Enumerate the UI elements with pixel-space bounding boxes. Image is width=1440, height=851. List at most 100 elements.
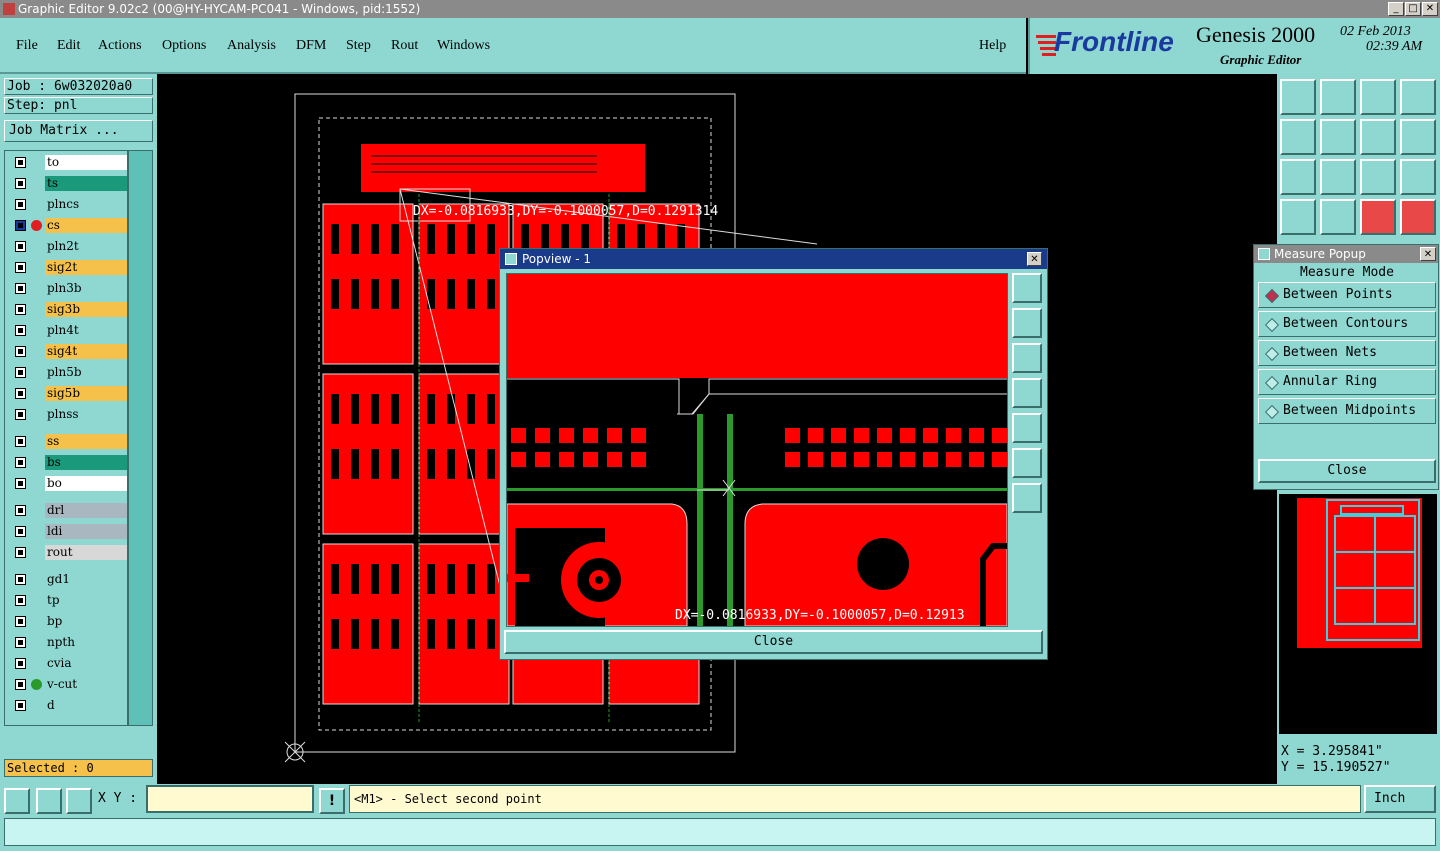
layer-checkbox[interactable] bbox=[15, 526, 26, 537]
popview-pan-right-button[interactable] bbox=[1012, 413, 1042, 443]
layer-name[interactable]: pln5b bbox=[45, 365, 127, 380]
layer-checkbox[interactable] bbox=[15, 199, 26, 210]
layer-checkbox[interactable] bbox=[15, 178, 26, 189]
popview-fit-button[interactable] bbox=[1012, 448, 1042, 478]
menu-dfm[interactable]: DFM bbox=[296, 38, 326, 54]
layer-checkbox[interactable] bbox=[15, 157, 26, 168]
measure-option[interactable]: Between Contours bbox=[1258, 311, 1436, 337]
layer-row[interactable]: sig3b bbox=[9, 302, 129, 317]
layer-checkbox[interactable] bbox=[15, 346, 26, 357]
layer-name[interactable]: pln4t bbox=[45, 323, 127, 338]
popview-pan-up-button[interactable] bbox=[1012, 308, 1042, 338]
layer-row[interactable]: npth bbox=[9, 635, 129, 650]
layer-row[interactable]: ss bbox=[9, 434, 129, 449]
next-step-icon[interactable] bbox=[1280, 79, 1316, 115]
layer-row[interactable]: pln5b bbox=[9, 365, 129, 380]
job-matrix-button[interactable]: Job Matrix ... bbox=[4, 120, 153, 142]
layer-name[interactable]: plnss bbox=[45, 407, 127, 422]
layer-red2-icon[interactable] bbox=[1400, 199, 1436, 235]
popview-close-button[interactable]: Close bbox=[504, 630, 1043, 654]
layer-checkbox[interactable] bbox=[15, 367, 26, 378]
fit-icon[interactable] bbox=[1280, 159, 1316, 195]
layer-name[interactable]: sig2t bbox=[45, 260, 127, 275]
layer-row[interactable]: pln2t bbox=[9, 239, 129, 254]
menu-rout[interactable]: Rout bbox=[391, 38, 418, 54]
zoom-out-icon[interactable] bbox=[36, 788, 62, 814]
zoom-home-icon[interactable] bbox=[1320, 79, 1356, 115]
window-icon[interactable] bbox=[1400, 79, 1436, 115]
layer-checkbox[interactable] bbox=[15, 220, 26, 231]
layer-name[interactable]: bs bbox=[45, 455, 127, 470]
layer-row[interactable]: to bbox=[9, 155, 129, 170]
popview-zoom-button[interactable] bbox=[1012, 273, 1042, 303]
layer-checkbox[interactable] bbox=[15, 679, 26, 690]
layer-row[interactable]: cvia bbox=[9, 656, 129, 671]
measure-option[interactable]: Between Points bbox=[1258, 282, 1436, 308]
layer-name[interactable]: cs bbox=[45, 218, 127, 233]
layer-checkbox[interactable] bbox=[15, 658, 26, 669]
layer-checkbox[interactable] bbox=[15, 637, 26, 648]
maximize-button[interactable]: □ bbox=[1405, 2, 1421, 16]
redo-icon[interactable] bbox=[1400, 119, 1436, 155]
popview-pan-left-button[interactable] bbox=[1012, 378, 1042, 408]
layer-name[interactable]: gd1 bbox=[45, 572, 127, 587]
measure-close-x-button[interactable]: ✕ bbox=[1420, 247, 1436, 261]
layer-name[interactable]: sig4t bbox=[45, 344, 127, 359]
layer-row[interactable]: d bbox=[9, 698, 129, 713]
layer-checkbox[interactable] bbox=[15, 388, 26, 399]
center-icon[interactable] bbox=[1320, 159, 1356, 195]
layer-checkbox[interactable] bbox=[15, 478, 26, 489]
layer-row[interactable]: ts bbox=[9, 176, 129, 191]
menu-step[interactable]: Step bbox=[346, 38, 371, 54]
popview-close-x-button[interactable]: ✕ bbox=[1027, 252, 1042, 266]
layer-name[interactable]: sig5b bbox=[45, 386, 127, 401]
layer-name[interactable]: pln3b bbox=[45, 281, 127, 296]
layer-checkbox[interactable] bbox=[15, 595, 26, 606]
overview-map[interactable] bbox=[1279, 494, 1437, 734]
layer-name[interactable]: cvia bbox=[45, 656, 127, 671]
menu-help[interactable]: Help bbox=[979, 38, 1006, 54]
layer-checkbox[interactable] bbox=[15, 574, 26, 585]
layer-checkbox[interactable] bbox=[15, 616, 26, 627]
layer-row[interactable]: pln4t bbox=[9, 323, 129, 338]
one-to-two-icon[interactable] bbox=[1360, 159, 1396, 195]
layer-row[interactable]: sig2t bbox=[9, 260, 129, 275]
pan-left-icon[interactable] bbox=[1280, 119, 1316, 155]
close-window-button[interactable]: ✕ bbox=[1422, 2, 1438, 16]
layer-name[interactable]: npth bbox=[45, 635, 127, 650]
layer-row[interactable]: gd1 bbox=[9, 572, 129, 587]
layer-name[interactable]: plncs bbox=[45, 197, 127, 212]
warning-button[interactable]: ! bbox=[319, 788, 345, 814]
layer-row[interactable]: bs bbox=[9, 455, 129, 470]
layer-row[interactable]: cs bbox=[9, 218, 129, 233]
layer-name[interactable]: sig3b bbox=[45, 302, 127, 317]
layer-name[interactable]: drl bbox=[45, 503, 127, 518]
layer-row[interactable]: sig5b bbox=[9, 386, 129, 401]
popview-pan-down-button[interactable] bbox=[1012, 343, 1042, 373]
layer-checkbox[interactable] bbox=[15, 547, 26, 558]
layer-checkbox[interactable] bbox=[15, 283, 26, 294]
layer-row[interactable]: tp bbox=[9, 593, 129, 608]
layer-row[interactable]: v-cut bbox=[9, 677, 129, 692]
layer-row[interactable]: drl bbox=[9, 503, 129, 518]
grid-icon[interactable] bbox=[1320, 199, 1356, 235]
popview-center-button[interactable] bbox=[1012, 483, 1042, 513]
layer-name[interactable]: rout bbox=[45, 545, 127, 560]
help-icon[interactable] bbox=[1400, 159, 1436, 195]
layer-row[interactable]: sig4t bbox=[9, 344, 129, 359]
layer-name[interactable]: to bbox=[45, 155, 127, 170]
menu-options[interactable]: Options bbox=[162, 38, 206, 54]
measure-close-button[interactable]: Close bbox=[1258, 459, 1436, 483]
layer-checkbox[interactable] bbox=[15, 325, 26, 336]
layer-name[interactable]: v-cut bbox=[45, 677, 127, 692]
layer-red-icon[interactable] bbox=[1360, 199, 1396, 235]
layer-checkbox[interactable] bbox=[15, 505, 26, 516]
layer-row[interactable]: plncs bbox=[9, 197, 129, 212]
layer-name[interactable]: bo bbox=[45, 476, 127, 491]
home-icon[interactable] bbox=[1360, 79, 1396, 115]
pan-right-icon[interactable] bbox=[1320, 119, 1356, 155]
grid-snap-icon[interactable] bbox=[66, 788, 92, 814]
menu-windows[interactable]: Windows bbox=[437, 38, 490, 54]
layer-name[interactable]: ss bbox=[45, 434, 127, 449]
popview-canvas[interactable]: DX=-0.0816933,DY=-0.1000057,D=0.12913 bbox=[506, 273, 1008, 627]
